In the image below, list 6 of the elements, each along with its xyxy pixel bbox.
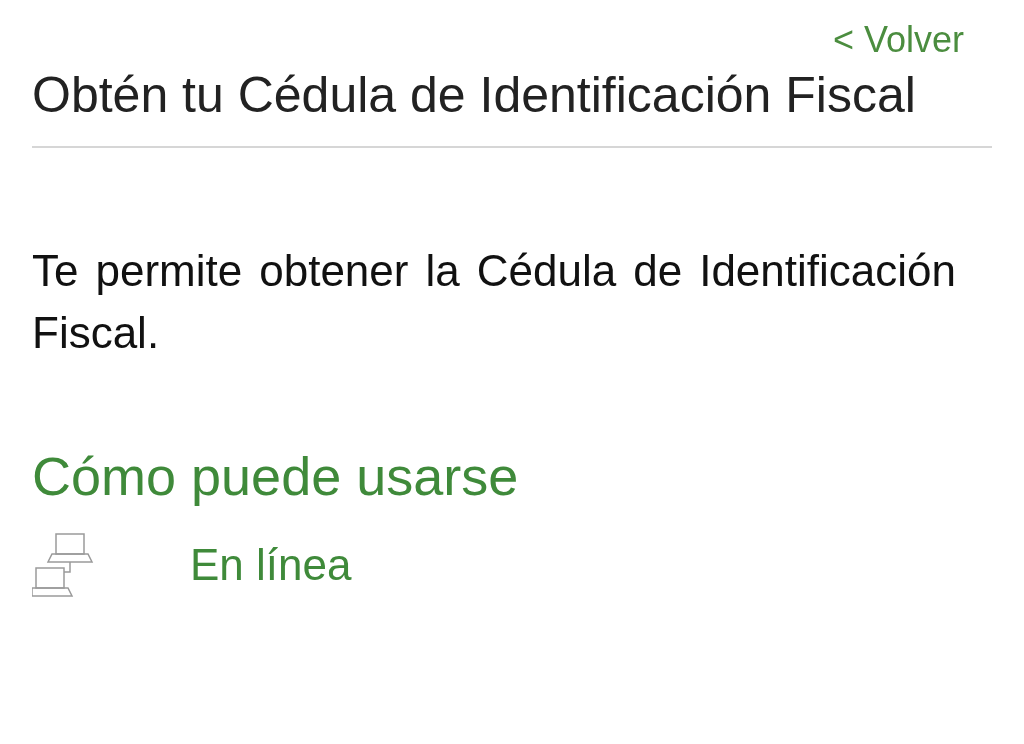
description: Te permite obtener la Cédula de Identificación Fiscal. — [32, 245, 957, 359]
section-heading: Cómo puede usarse — [32, 445, 520, 508]
back-link[interactable]: < Volver — [832, 16, 964, 64]
usage-option-link[interactable]: En línea — [190, 537, 352, 593]
laptops-icon — [32, 532, 94, 598]
page-title: Obtén tu Cédula de Identificación Fiscal — [32, 66, 917, 125]
